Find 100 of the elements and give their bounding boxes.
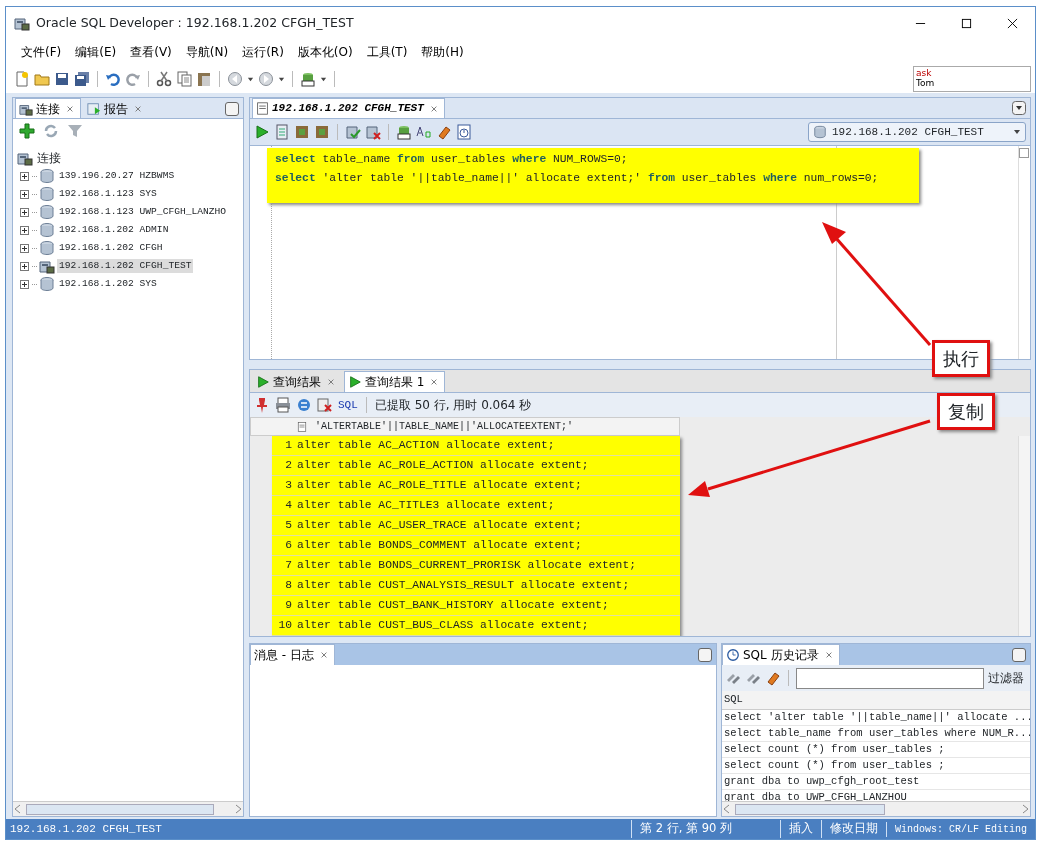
menu-item[interactable]: 版本化(O) <box>290 41 360 63</box>
expand-icon[interactable] <box>19 260 30 272</box>
history-entry[interactable]: select count (*) from user_tables ; <box>722 742 1030 758</box>
undo-icon[interactable] <box>105 71 121 87</box>
format-icon[interactable] <box>416 124 432 140</box>
add-icon[interactable] <box>19 123 35 139</box>
run-script-icon[interactable] <box>274 124 290 140</box>
tree-item[interactable]: 192.168.1.202 SYS <box>57 276 159 292</box>
close-icon[interactable] <box>327 378 335 386</box>
tree-item[interactable]: 192.168.1.202 CFGH_TEST <box>57 258 194 274</box>
scroll-left-icon[interactable] <box>722 804 731 814</box>
minimize-button[interactable] <box>225 102 239 116</box>
redo-icon[interactable] <box>125 71 141 87</box>
expand-icon[interactable] <box>19 206 30 218</box>
tree-item[interactable]: 连接 <box>35 149 63 167</box>
tree-item[interactable]: 192.168.1.123 UWP_CFGH_LANZHO <box>57 204 228 220</box>
copy-icon[interactable] <box>176 71 192 87</box>
caret-icon[interactable] <box>278 75 285 83</box>
print-icon[interactable] <box>275 397 291 413</box>
row-number: 4 <box>284 498 293 514</box>
close-icon[interactable] <box>134 104 142 113</box>
result-tab[interactable]: 查询结果 1 <box>344 371 446 392</box>
menu-item[interactable]: 文件(F) <box>14 41 69 63</box>
scroll-right-icon[interactable] <box>234 804 243 814</box>
status-connection: 192.168.1.202 CFGH_TEST <box>9 821 162 837</box>
close-icon[interactable] <box>429 104 438 113</box>
close-icon[interactable] <box>824 651 833 659</box>
run-icon <box>256 375 270 389</box>
panel-tab[interactable]: 报告 <box>83 98 149 118</box>
close-icon <box>1006 17 1018 29</box>
tree-item[interactable]: 192.168.1.202 ADMIN <box>57 222 171 238</box>
menu-item[interactable]: 帮助(H) <box>414 41 471 63</box>
history-entry[interactable]: select 'alter table '||table_name||' allocate ... <box>722 710 1030 726</box>
caret-icon[interactable] <box>247 75 254 83</box>
tree-item[interactable]: 192.168.1.123 SYS <box>57 186 159 202</box>
panel-tab[interactable]: SQL 历史记录 <box>722 644 840 665</box>
scroll-left-icon[interactable] <box>13 804 22 814</box>
minimize-button[interactable] <box>698 647 712 662</box>
expand-icon[interactable] <box>19 224 30 236</box>
history-entry[interactable]: select count (*) from user_tables ; <box>722 758 1030 774</box>
commit-icon[interactable] <box>345 124 361 140</box>
cut-icon[interactable] <box>156 71 172 87</box>
rollback-icon[interactable] <box>365 124 381 140</box>
ask-tom-widget[interactable]: ask Tom <box>913 66 1031 92</box>
cancel-icon[interactable] <box>317 397 333 413</box>
new-file-icon[interactable] <box>14 71 30 87</box>
close-icon[interactable] <box>66 104 74 113</box>
folder-icon[interactable] <box>34 71 50 87</box>
panel-tab[interactable]: 消息 - 日志 <box>250 644 335 665</box>
status-text: Windows: CR/LF Editing <box>885 821 1035 837</box>
save-icon[interactable] <box>54 71 70 87</box>
sort-icon[interactable] <box>297 419 307 434</box>
column-header[interactable]: SQL <box>722 691 1030 710</box>
code-line: select 'alter table '||table_name||' allocate extent;' from user_tables where num_rows=0; <box>275 171 880 186</box>
filter-field[interactable] <box>796 667 984 689</box>
close-icon[interactable] <box>430 378 439 386</box>
callout-label: 执行 <box>932 340 990 377</box>
pin-icon[interactable] <box>254 397 270 413</box>
expand-icon[interactable] <box>19 242 30 254</box>
menu-item[interactable]: 工具(T) <box>359 41 415 63</box>
row-number: 5 <box>284 518 293 534</box>
history-entry[interactable]: select table_name from user_tables where NUM_R... <box>722 726 1030 742</box>
sql-button[interactable]: SQL <box>338 396 358 414</box>
expand-icon[interactable] <box>19 278 30 290</box>
dropdown-icon[interactable] <box>1012 101 1026 115</box>
scrollbar-thumb[interactable] <box>735 803 885 815</box>
status-text: 第 2 行, 第 90 列 <box>631 820 740 838</box>
run-icon[interactable] <box>254 124 270 140</box>
clear-icon[interactable] <box>765 670 781 686</box>
row-number: 9 <box>284 598 293 614</box>
save-all-icon[interactable] <box>74 71 90 87</box>
clear-icon[interactable] <box>436 124 452 140</box>
history-entry[interactable]: grant dba to uwp_cfgh_root_test <box>722 774 1030 790</box>
scrollbar-track[interactable] <box>1018 436 1030 636</box>
menu-item[interactable]: 编辑(E) <box>68 41 124 63</box>
menu-item[interactable]: 运行(R) <box>235 41 291 63</box>
report-icon <box>87 101 101 116</box>
minimize-button[interactable] <box>1012 647 1026 662</box>
clock-icon <box>726 648 740 662</box>
scrollbar-box[interactable] <box>1019 148 1029 158</box>
tree-item[interactable]: 192.168.1.202 CFGH <box>57 240 165 256</box>
table-cell-text: alter table CUST_ANALYSIS_RESULT allocate extent; <box>296 578 630 594</box>
filter-icon[interactable] <box>67 123 83 139</box>
history-icon[interactable] <box>456 124 472 140</box>
panel-tab[interactable]: 连接 <box>15 98 81 118</box>
window-title: Oracle SQL Developer : 192.168.1.202 CFGH_TEST <box>36 13 354 32</box>
paste-icon[interactable] <box>196 71 212 87</box>
expand-icon[interactable] <box>19 170 30 182</box>
scroll-right-icon[interactable] <box>1021 804 1030 814</box>
close-icon[interactable] <box>319 651 328 659</box>
scrollbar-thumb[interactable] <box>26 803 214 815</box>
connection-dropdown[interactable]: 192.168.1.202 CFGH_TEST <box>808 122 1026 142</box>
menu-item[interactable]: 查看(V) <box>123 41 179 63</box>
row-number: 6 <box>284 538 293 554</box>
expand-icon[interactable] <box>19 188 30 200</box>
result-tab[interactable]: 查询结果 <box>252 371 342 392</box>
caret-icon[interactable] <box>320 75 327 83</box>
menu-item[interactable]: 导航(N) <box>178 41 236 63</box>
tree-item[interactable]: 139.196.20.27 HZBWMS <box>57 168 177 184</box>
editor-tab[interactable]: 192.168.1.202 CFGH_TEST <box>252 98 445 118</box>
